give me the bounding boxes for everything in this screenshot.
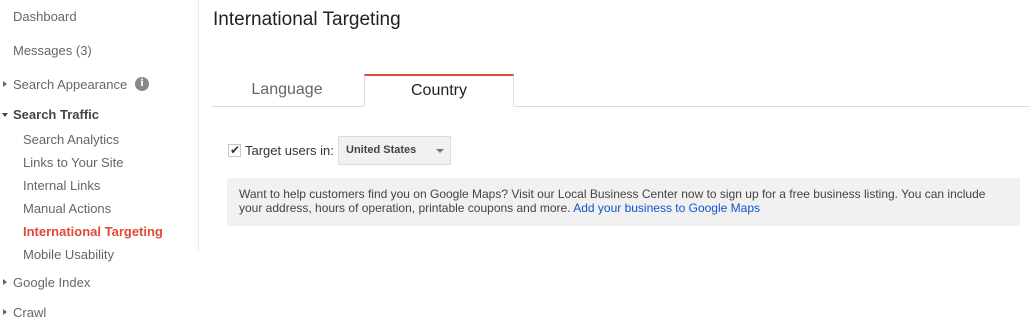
sidebar-item-manual-actions[interactable]: Manual Actions [23, 201, 111, 216]
dropdown-arrow-icon [436, 149, 444, 153]
sidebar-item-dashboard[interactable]: Dashboard [13, 9, 77, 24]
google-maps-info-box: Want to help customers find you on Googl… [227, 178, 1020, 226]
country-select[interactable]: United States [338, 136, 451, 165]
sidebar-item-search-appearance[interactable]: Search Appearance [13, 77, 127, 92]
sidebar-item-mobile-usability[interactable]: Mobile Usability [23, 247, 114, 262]
target-users-label: Target users in: [245, 143, 334, 158]
country-select-value: United States [346, 144, 417, 156]
sidebar-divider [198, 0, 199, 251]
sidebar-item-search-analytics[interactable]: Search Analytics [23, 132, 119, 147]
expand-arrow-icon[interactable] [3, 309, 7, 315]
sidebar-item-google-index[interactable]: Google Index [13, 275, 90, 290]
add-business-link[interactable]: Add your business to Google Maps [573, 201, 760, 215]
checkmark-icon: ✔ [230, 143, 241, 157]
sidebar: Dashboard Messages (3) Search Appearance… [0, 0, 199, 327]
sidebar-item-internal-links[interactable]: Internal Links [23, 178, 100, 193]
expand-arrow-icon[interactable] [3, 81, 7, 87]
sidebar-item-messages[interactable]: Messages (3) [13, 43, 92, 58]
sidebar-item-links-to-your-site[interactable]: Links to Your Site [23, 155, 123, 170]
collapse-arrow-icon[interactable] [2, 113, 8, 117]
tab-language[interactable]: Language [212, 74, 362, 107]
target-users-checkbox[interactable]: ✔ [228, 144, 241, 157]
info-icon[interactable]: i [135, 77, 149, 91]
sidebar-item-international-targeting[interactable]: International Targeting [23, 224, 163, 239]
sidebar-item-search-traffic[interactable]: Search Traffic [13, 107, 99, 122]
page-title: International Targeting [213, 9, 401, 30]
sidebar-item-crawl[interactable]: Crawl [13, 305, 46, 320]
expand-arrow-icon[interactable] [3, 279, 7, 285]
tab-country[interactable]: Country [364, 74, 514, 107]
